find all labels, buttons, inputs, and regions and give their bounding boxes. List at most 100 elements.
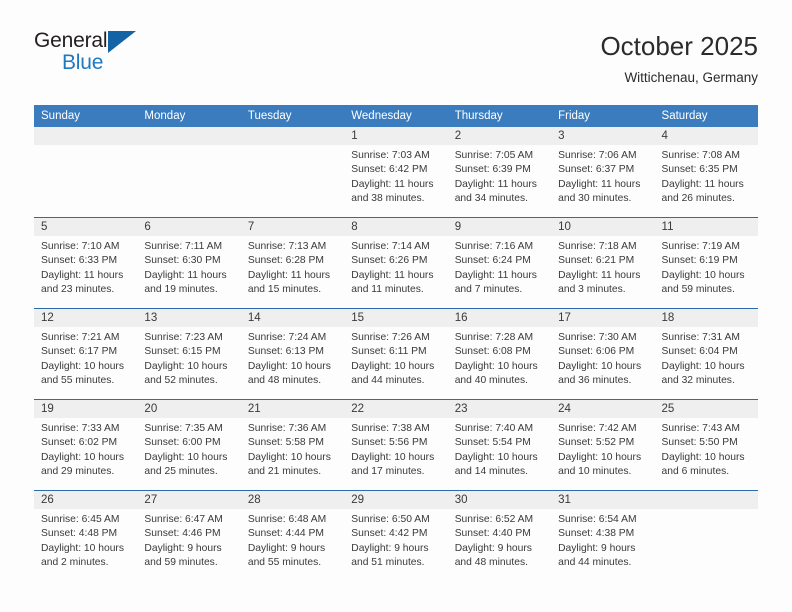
sun-info: Sunrise: 7:18 AM Sunset: 6:21 PM Daylight:… bbox=[551, 236, 654, 298]
day-number: 29 bbox=[344, 490, 448, 509]
day-number: 27 bbox=[137, 490, 241, 509]
sun-info-line: and 40 minutes. bbox=[454, 375, 528, 387]
day-cell[interactable]: 14 Sunrise: 7:24 AM Sunset: 6:13 PM Dayligh… bbox=[240, 308, 345, 399]
day-cell[interactable]: 24 Sunrise: 7:42 AM Sunset: 5:52 PM Dayligh… bbox=[551, 399, 655, 490]
day-cell[interactable]: 1 Sunrise: 7:03 AM Sunset: 6:42 PM Daylight… bbox=[344, 126, 448, 217]
sun-info-line: Sunset: 6:21 PM bbox=[558, 255, 635, 267]
calendar-cell bbox=[137, 126, 241, 218]
day-cell[interactable]: 29 Sunrise: 6:50 AM Sunset: 4:42 PM Dayligh… bbox=[344, 490, 448, 581]
sun-info-line: Daylight: 11 hours bbox=[351, 269, 434, 281]
sun-info: Sunrise: 6:54 AM Sunset: 4:38 PM Daylight:… bbox=[551, 509, 654, 571]
generalblue-logo[interactable]: General Blue bbox=[34, 30, 154, 82]
sun-info-line: Sunset: 5:54 PM bbox=[454, 437, 531, 449]
day-number: 1 bbox=[344, 126, 448, 145]
sun-info-line: Sunrise: 7:10 AM bbox=[41, 240, 120, 252]
sun-info-line: and 3 minutes. bbox=[558, 284, 626, 296]
sun-info-line: Sunrise: 6:47 AM bbox=[144, 513, 223, 525]
calendar-page: General Blue October 2025 Wittichenau, G… bbox=[0, 0, 792, 612]
day-cell[interactable]: 19 Sunrise: 7:33 AM Sunset: 6:02 PM Dayligh… bbox=[34, 399, 138, 490]
day-cell[interactable]: 3 Sunrise: 7:06 AM Sunset: 6:37 PM Daylight… bbox=[551, 126, 655, 217]
day-cell[interactable]: 5 Sunrise: 7:10 AM Sunset: 6:33 PM Daylight… bbox=[34, 217, 138, 308]
sun-info: Sunrise: 7:30 AM Sunset: 6:06 PM Daylight:… bbox=[551, 327, 654, 389]
calendar-cell bbox=[240, 126, 345, 218]
day-number: 31 bbox=[551, 490, 655, 509]
calendar-week-row: 5 Sunrise: 7:10 AM Sunset: 6:33 PM Daylight… bbox=[34, 216, 758, 309]
sun-info-line: Daylight: 10 hours bbox=[247, 360, 331, 372]
day-cell[interactable]: 8 Sunrise: 7:14 AM Sunset: 6:26 PM Daylight… bbox=[344, 217, 448, 308]
sun-info-line: and 36 minutes. bbox=[558, 375, 632, 387]
day-number: 5 bbox=[34, 217, 138, 236]
sun-info-line: Daylight: 10 hours bbox=[558, 360, 642, 372]
day-cell[interactable]: 25 Sunrise: 7:43 AM Sunset: 5:50 PM Dayligh… bbox=[654, 399, 758, 490]
day-cell[interactable]: 13 Sunrise: 7:23 AM Sunset: 6:15 PM Dayligh… bbox=[137, 308, 241, 399]
calendar-cell: 30 Sunrise: 6:52 AM Sunset: 4:40 PM Dayligh… bbox=[447, 489, 552, 581]
day-number: 23 bbox=[447, 399, 552, 418]
day-cell[interactable]: 7 Sunrise: 7:13 AM Sunset: 6:28 PM Daylight… bbox=[240, 217, 345, 308]
day-cell[interactable]: 10 Sunrise: 7:18 AM Sunset: 6:21 PM Dayligh… bbox=[551, 217, 655, 308]
sun-info-line: Sunrise: 7:06 AM bbox=[558, 149, 637, 161]
day-cell[interactable]: 17 Sunrise: 7:30 AM Sunset: 6:06 PM Dayligh… bbox=[551, 308, 655, 399]
day-cell[interactable]: 30 Sunrise: 6:52 AM Sunset: 4:40 PM Dayligh… bbox=[447, 490, 552, 581]
day-cell[interactable]: 22 Sunrise: 7:38 AM Sunset: 5:56 PM Dayligh… bbox=[344, 399, 448, 490]
calendar-week-row: 12 Sunrise: 7:21 AM Sunset: 6:17 PM Dayligh… bbox=[34, 307, 758, 400]
title-block: October 2025 Wittichenau, Germany bbox=[600, 30, 758, 85]
day-cell-empty bbox=[654, 490, 758, 581]
sun-info-line: Sunrise: 7:28 AM bbox=[454, 331, 534, 343]
day-cell[interactable]: 15 Sunrise: 7:26 AM Sunset: 6:11 PM Dayligh… bbox=[344, 308, 448, 399]
day-cell-empty bbox=[34, 126, 138, 217]
sun-info-line: and 59 minutes. bbox=[661, 284, 735, 296]
day-cell[interactable]: 21 Sunrise: 7:36 AM Sunset: 5:58 PM Dayligh… bbox=[240, 399, 345, 490]
weekday-header-monday: Monday bbox=[137, 104, 241, 127]
day-cell[interactable]: 12 Sunrise: 7:21 AM Sunset: 6:17 PM Dayligh… bbox=[34, 308, 138, 399]
sun-info: Sunrise: 7:03 AM Sunset: 6:42 PM Daylight:… bbox=[344, 145, 447, 207]
sun-info-line: Daylight: 10 hours bbox=[661, 360, 745, 372]
sun-info-line: Sunset: 5:52 PM bbox=[558, 437, 635, 449]
day-cell-empty bbox=[137, 126, 241, 217]
day-cell[interactable]: 11 Sunrise: 7:19 AM Sunset: 6:19 PM Dayligh… bbox=[654, 217, 758, 308]
day-cell[interactable]: 2 Sunrise: 7:05 AM Sunset: 6:39 PM Daylight… bbox=[447, 126, 552, 217]
sun-info: Sunrise: 7:36 AM Sunset: 5:58 PM Daylight:… bbox=[241, 418, 344, 480]
day-cell[interactable]: 20 Sunrise: 7:35 AM Sunset: 6:00 PM Dayligh… bbox=[137, 399, 241, 490]
sun-info-line: and 38 minutes. bbox=[351, 193, 425, 205]
weekday-header-thursday: Thursday bbox=[447, 104, 552, 127]
sun-info-line: Sunset: 5:56 PM bbox=[351, 437, 428, 449]
sun-info-line: Daylight: 10 hours bbox=[454, 360, 538, 372]
day-cell[interactable]: 23 Sunrise: 7:40 AM Sunset: 5:54 PM Dayligh… bbox=[447, 399, 552, 490]
sun-info-line: Daylight: 10 hours bbox=[144, 360, 228, 372]
weekday-header: Sunday Monday Tuesday Wednesday Thursday Frid… bbox=[34, 104, 758, 127]
day-number bbox=[137, 126, 241, 145]
day-cell[interactable]: 18 Sunrise: 7:31 AM Sunset: 6:04 PM Dayligh… bbox=[654, 308, 758, 399]
sun-info: Sunrise: 7:13 AM Sunset: 6:28 PM Daylight:… bbox=[241, 236, 344, 298]
day-cell[interactable]: 26 Sunrise: 6:45 AM Sunset: 4:48 PM Dayligh… bbox=[34, 490, 138, 581]
sun-info: Sunrise: 7:31 AM Sunset: 6:04 PM Daylight:… bbox=[655, 327, 758, 389]
sun-info-line: Sunset: 6:39 PM bbox=[454, 164, 531, 176]
sun-info-line: Daylight: 10 hours bbox=[661, 451, 745, 463]
day-cell[interactable]: 9 Sunrise: 7:16 AM Sunset: 6:24 PM Daylight… bbox=[447, 217, 552, 308]
sun-info-line: Sunset: 6:24 PM bbox=[454, 255, 531, 267]
day-number: 21 bbox=[240, 399, 345, 418]
sun-info-line: Daylight: 9 hours bbox=[454, 542, 532, 554]
day-cell[interactable]: 27 Sunrise: 6:47 AM Sunset: 4:46 PM Dayligh… bbox=[137, 490, 241, 581]
sun-info: Sunrise: 6:45 AM Sunset: 4:48 PM Daylight:… bbox=[34, 509, 137, 571]
calendar-cell: 18 Sunrise: 7:31 AM Sunset: 6:04 PM Dayligh… bbox=[654, 307, 758, 400]
sun-info-line: Daylight: 10 hours bbox=[41, 360, 124, 372]
sun-info-line: Sunset: 4:42 PM bbox=[351, 528, 428, 540]
sun-info: Sunrise: 7:42 AM Sunset: 5:52 PM Daylight:… bbox=[551, 418, 654, 480]
sun-info-line: Sunrise: 7:11 AM bbox=[144, 240, 223, 252]
sun-info-line: Daylight: 9 hours bbox=[351, 542, 429, 554]
day-cell[interactable]: 4 Sunrise: 7:08 AM Sunset: 6:35 PM Daylight… bbox=[654, 126, 758, 217]
day-cell[interactable]: 6 Sunrise: 7:11 AM Sunset: 6:30 PM Daylight… bbox=[137, 217, 241, 308]
sun-info: Sunrise: 6:52 AM Sunset: 4:40 PM Daylight:… bbox=[448, 509, 551, 571]
day-cell[interactable]: 31 Sunrise: 6:54 AM Sunset: 4:38 PM Dayligh… bbox=[551, 490, 655, 581]
sun-info-line: and 34 minutes. bbox=[454, 193, 528, 205]
sun-info: Sunrise: 7:33 AM Sunset: 6:02 PM Daylight:… bbox=[34, 418, 137, 480]
sun-info-line: and 15 minutes. bbox=[247, 284, 322, 296]
day-number: 18 bbox=[654, 308, 758, 327]
day-cell[interactable]: 16 Sunrise: 7:28 AM Sunset: 6:08 PM Dayligh… bbox=[447, 308, 552, 399]
day-cell[interactable]: 28 Sunrise: 6:48 AM Sunset: 4:44 PM Dayligh… bbox=[240, 490, 345, 581]
sun-info-line: Sunset: 6:11 PM bbox=[351, 346, 427, 358]
calendar-cell: 27 Sunrise: 6:47 AM Sunset: 4:46 PM Dayligh… bbox=[137, 489, 241, 581]
sun-info: Sunrise: 7:35 AM Sunset: 6:00 PM Daylight:… bbox=[137, 418, 240, 480]
sun-info-line: Sunrise: 7:19 AM bbox=[661, 240, 740, 252]
calendar-cell: 11 Sunrise: 7:19 AM Sunset: 6:19 PM Dayligh… bbox=[654, 216, 758, 309]
